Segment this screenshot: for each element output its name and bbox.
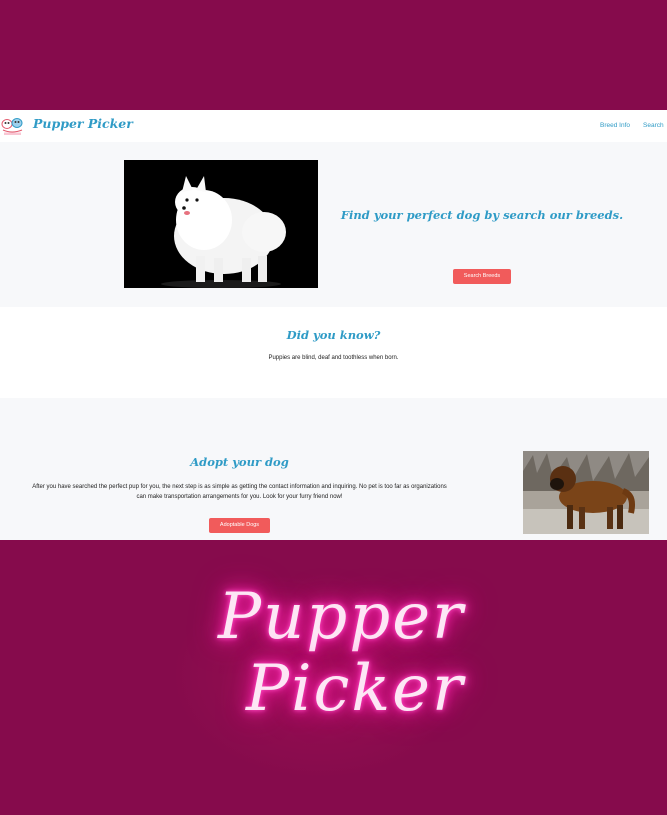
- did-you-know-title: Did you know?: [286, 328, 381, 342]
- did-you-know-section: Did you know? Puppies are blind, deaf an…: [0, 307, 667, 398]
- logo[interactable]: [0, 115, 25, 137]
- brown-dog-photo: [523, 451, 649, 534]
- neon-text-line-1: Pupper: [218, 580, 465, 654]
- adopt-text: After you have searched the perfect pup …: [32, 484, 447, 500]
- website-screenshot: Pupper Picker Breed Info Search Find you…: [0, 110, 667, 540]
- adoptable-dogs-button[interactable]: Adoptable Dogs: [209, 518, 270, 533]
- hero-section: Find your perfect dog by search our bree…: [0, 142, 667, 307]
- nav-link-breed-info[interactable]: Breed Info: [600, 122, 630, 129]
- navbar: Pupper Picker Breed Info Search: [0, 110, 667, 143]
- did-you-know-text: Puppies are blind, deaf and toothless wh…: [268, 355, 399, 361]
- neon-text-line-2: Picker: [246, 652, 465, 726]
- hero-title: Find your perfect dog by search our bree…: [340, 208, 624, 222]
- brand-link[interactable]: Pupper Picker: [33, 116, 133, 131]
- white-dog-photo: [124, 160, 318, 288]
- adopt-section: Adopt your dog After you have searched t…: [0, 398, 667, 540]
- nav-link-search[interactable]: Search: [643, 122, 664, 129]
- adopt-title: Adopt your dog: [190, 455, 289, 469]
- neon-sign: Pupper Picker: [0, 540, 667, 815]
- search-breeds-button[interactable]: Search Breeds: [453, 269, 511, 284]
